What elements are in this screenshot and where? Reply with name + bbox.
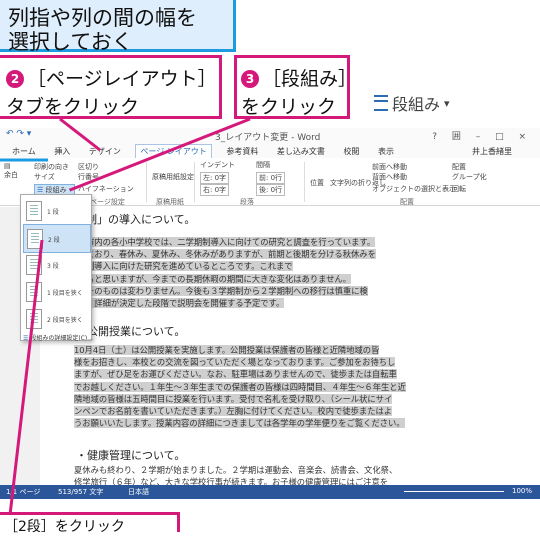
- line-numbers-button[interactable]: 行番号: [78, 172, 99, 182]
- callout-text: ［2段］をクリック: [4, 519, 125, 535]
- heading-two-semester: 制」の導入について。: [86, 213, 196, 226]
- spacing-before-field[interactable]: 前: 0行: [256, 172, 286, 184]
- callout-text: 列指や列の間の幅を 選択しておく: [8, 6, 197, 54]
- columns-icon: ☰: [37, 186, 44, 194]
- spacing-after-field[interactable]: 後: 0行: [256, 184, 286, 196]
- breaks-button[interactable]: 区切り: [78, 162, 99, 172]
- margins-icon: ▤: [4, 162, 11, 170]
- columns-button-zoom: 段組み ▾: [374, 90, 450, 116]
- language-indicator[interactable]: 日本語: [128, 487, 149, 497]
- paragraph-2: 10月4日（土）は公開授業を実施します。公開授業は保護者の皆様と近隣地域の皆 様…: [74, 345, 406, 429]
- quick-access-toolbar[interactable]: ↶ ↷ ▾: [6, 129, 31, 139]
- columns-option-three[interactable]: 3 段: [23, 251, 89, 278]
- columns-icon: [374, 95, 388, 111]
- callout-line2: をクリック: [241, 96, 337, 118]
- page-indicator[interactable]: 1/1 ページ: [6, 487, 40, 497]
- columns-option-left[interactable]: 1 段目を狭く: [23, 278, 89, 305]
- left-column-icon: [26, 282, 42, 302]
- step2-callout: 2 ［ページレイアウト］ タブをクリック: [0, 55, 222, 119]
- columns-option-one[interactable]: 1 段: [23, 197, 89, 224]
- zoom-slider[interactable]: [404, 491, 504, 492]
- group-label-manuscript: 原稿用紙: [156, 198, 184, 206]
- step-number-badge: 3: [241, 70, 259, 88]
- manuscript-button[interactable]: 原稿用紙設定: [152, 172, 194, 182]
- margins-button[interactable]: ▤ 余白: [4, 162, 18, 180]
- indent-title: インデント: [200, 161, 235, 169]
- zoom-level[interactable]: 100%: [512, 487, 532, 495]
- user-name[interactable]: 井上香緒里: [468, 145, 516, 158]
- instruction-callout-select-text: 列指や列の間の幅を 選択しておく: [0, 0, 236, 54]
- one-column-icon: [26, 201, 42, 221]
- window-title: 3_レイアウト変更 - Word: [215, 133, 321, 143]
- paragraph-1: 市内の各小中学校では、二学期制導入に向けての研究と調査を行っています。 とおり、…: [86, 237, 376, 309]
- spacing-title: 間隔: [256, 161, 270, 169]
- tab-page-layout[interactable]: ページ レイアウト: [135, 144, 212, 158]
- tab-review[interactable]: 校閲: [339, 145, 363, 158]
- align-button[interactable]: 配置: [452, 162, 466, 172]
- tab-mailings[interactable]: 差し込み文書: [273, 145, 329, 158]
- callout-line1: ［段組み］: [262, 68, 358, 90]
- callout-line1: ［ページレイアウト］: [27, 68, 217, 90]
- size-button[interactable]: サイズ: [34, 172, 55, 182]
- tab-insert[interactable]: 挿入: [50, 145, 74, 158]
- tab-view[interactable]: 表示: [374, 145, 398, 158]
- columns-option-right[interactable]: 2 段目を狭く: [23, 305, 89, 332]
- ribbon-separator: [194, 162, 195, 202]
- group-label-arrange: 配置: [400, 198, 414, 206]
- ribbon-separator: [304, 162, 305, 202]
- two-column-icon: [27, 229, 43, 249]
- callout-line2: タブをクリック: [6, 96, 140, 118]
- more-columns-link[interactable]: ☰ 段組みの詳細設定(C)...: [23, 333, 93, 342]
- heading-health: ・健康管理について。: [76, 449, 186, 462]
- ribbon-tabs: ホーム 挿入 デザイン ページ レイアウト 参考資料 差し込み文書 校閲 表示 …: [0, 144, 540, 158]
- step4-callout: ［2段］をクリック: [0, 512, 180, 535]
- group-label-page-setup: ページ設定: [90, 198, 125, 206]
- ribbon-separator: [146, 162, 147, 202]
- chevron-down-icon: ▾: [444, 96, 450, 110]
- group-label-paragraph: 段落: [240, 198, 254, 206]
- bring-forward-button[interactable]: 前面へ移動: [372, 162, 407, 172]
- send-backward-button[interactable]: 背面へ移動: [372, 172, 407, 182]
- columns-button-label: 段組み: [392, 95, 441, 114]
- status-bar: 1/1 ページ 513/957 文字 日本語 100%: [0, 485, 540, 499]
- columns-dropdown-menu: 1 段 2 段 3 段 1 段目を狭く 2 段目を狭く ☰ 段組みの詳細設定(C…: [20, 194, 93, 342]
- position-button[interactable]: 位置: [310, 178, 324, 188]
- window-controls[interactable]: ? 囲 – □ ×: [432, 129, 532, 142]
- columns-option-two[interactable]: 2 段: [23, 224, 91, 253]
- tab-design[interactable]: デザイン: [85, 145, 125, 158]
- rotate-button[interactable]: 回転: [452, 184, 466, 194]
- three-column-icon: [26, 255, 42, 275]
- tab-references[interactable]: 参考資料: [222, 145, 262, 158]
- group-button[interactable]: グループ化: [452, 172, 487, 182]
- columns-icon: ☰: [23, 335, 29, 342]
- hyphenation-button[interactable]: ハイフネーション: [78, 184, 134, 194]
- step-number-badge: 2: [6, 70, 24, 88]
- title-bar: ↶ ↷ ▾ 3_レイアウト変更 - Word ? 囲 – □ ×: [0, 128, 540, 144]
- indent-right-field[interactable]: 右: 0字: [200, 184, 230, 196]
- word-count[interactable]: 513/957 文字: [58, 487, 103, 497]
- step3-callout: 3 ［段組み］ をクリック: [234, 55, 357, 119]
- right-column-icon: [26, 309, 42, 329]
- selection-pane-button[interactable]: オブジェクトの選択と表示: [372, 184, 456, 194]
- indent-left-field[interactable]: 左: 0字: [200, 172, 230, 184]
- orientation-button[interactable]: 印刷の向き: [34, 162, 69, 172]
- tab-home[interactable]: ホーム: [8, 145, 40, 158]
